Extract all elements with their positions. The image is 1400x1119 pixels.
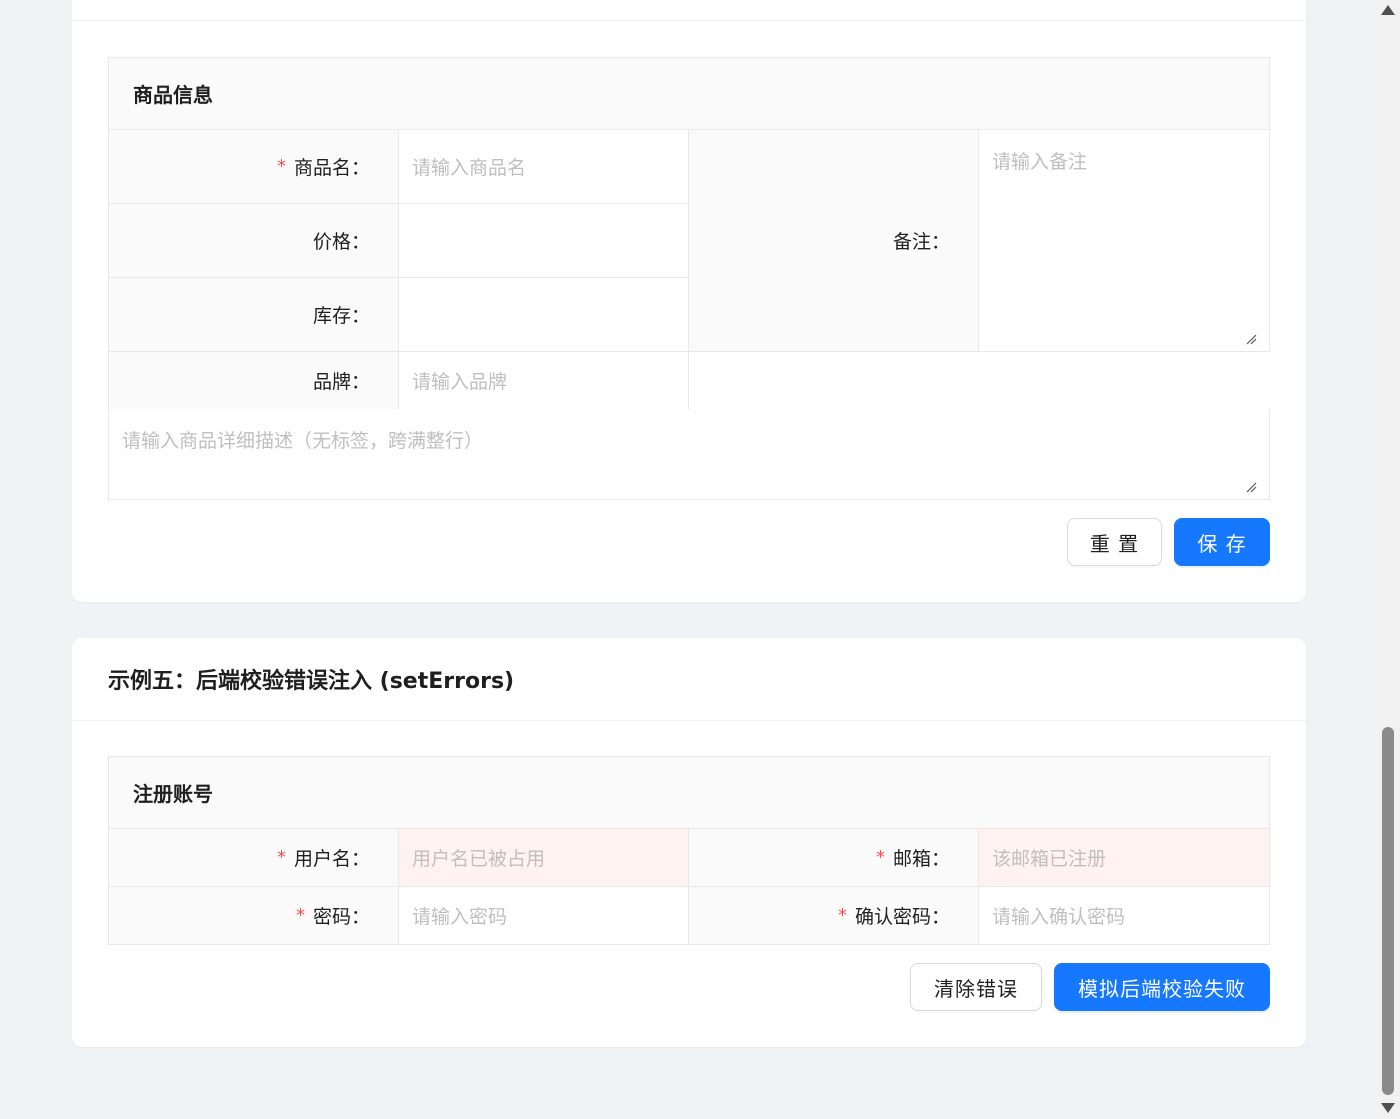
label-text: 品牌： (312, 371, 370, 393)
brand-label: 品牌： (108, 351, 399, 410)
remark-textarea[interactable]: 请输入备注 (978, 129, 1270, 352)
product-name-input[interactable]: 请输入商品名 (398, 129, 689, 204)
label-text: 商品名： (293, 157, 370, 179)
required-mark: * (276, 156, 286, 177)
required-mark: * (295, 905, 305, 926)
price-label: 价格： (108, 203, 399, 278)
password-input[interactable]: 请输入密码 (398, 886, 689, 945)
scroll-down-arrow-icon[interactable] (1381, 1103, 1395, 1113)
page-scrollbar[interactable] (1378, 0, 1400, 1119)
username-label: * 用户名： (108, 828, 399, 887)
save-button[interactable]: 保 存 (1174, 518, 1270, 566)
section-title: 注册账号 (108, 756, 1270, 829)
required-mark: * (837, 905, 847, 926)
register-form: 注册账号 * 用户名： 用户名已被占用 * 邮箱： 该邮箱已注册 * 密码： 请… (108, 756, 1270, 945)
label-text: 确认密码： (854, 906, 950, 928)
email-input[interactable]: 该邮箱已注册 (978, 828, 1270, 887)
remark-placeholder: 请输入备注 (992, 151, 1088, 173)
stock-label: 库存： (108, 277, 399, 352)
confirm-password-input[interactable]: 请输入确认密码 (978, 886, 1270, 945)
resize-handle-icon[interactable] (1245, 481, 1257, 493)
scroll-thumb[interactable] (1382, 727, 1394, 1095)
price-input[interactable] (398, 203, 689, 278)
username-input[interactable]: 用户名已被占用 (398, 828, 689, 887)
label-text: 价格： (312, 231, 370, 253)
description-textarea[interactable]: 请输入商品详细描述（无标签，跨满整行） (108, 409, 1270, 500)
label-text: 库存： (312, 305, 370, 327)
product-card: 商品信息 * 商品名： 请输入商品名 备注： 请输入备注 价格： 库存： 品牌：… (72, 0, 1306, 602)
brand-input[interactable]: 请输入品牌 (398, 351, 689, 410)
description-placeholder: 请输入商品详细描述（无标签，跨满整行） (122, 430, 484, 452)
label-text: 用户名： (293, 848, 370, 870)
card-title: 示例五：后端校验错误注入 (setErrors) (72, 638, 1306, 721)
confirm-password-label: * 确认密码： (688, 886, 979, 945)
email-label: * 邮箱： (688, 828, 979, 887)
section-title: 商品信息 (108, 57, 1270, 130)
scroll-up-arrow-icon[interactable] (1381, 5, 1395, 15)
label-text: 备注： (892, 231, 950, 253)
simulate-backend-error-button[interactable]: 模拟后端校验失败 (1054, 963, 1270, 1011)
resize-handle-icon[interactable] (1245, 333, 1257, 345)
card-header-divider (72, 0, 1306, 21)
stock-input[interactable] (398, 277, 689, 352)
label-text: 邮箱： (892, 848, 950, 870)
clear-errors-button[interactable]: 清除错误 (910, 963, 1042, 1011)
reset-button[interactable]: 重 置 (1067, 518, 1162, 566)
remark-label: 备注： (688, 129, 979, 352)
label-text: 密码： (312, 906, 370, 928)
product-form: 商品信息 * 商品名： 请输入商品名 备注： 请输入备注 价格： 库存： 品牌：… (108, 57, 1270, 500)
required-mark: * (276, 847, 286, 868)
example5-card: 示例五：后端校验错误注入 (setErrors) 注册账号 * 用户名： 用户名… (72, 638, 1306, 1047)
product-name-label: * 商品名： (108, 129, 399, 204)
required-mark: * (875, 847, 885, 868)
password-label: * 密码： (108, 886, 399, 945)
